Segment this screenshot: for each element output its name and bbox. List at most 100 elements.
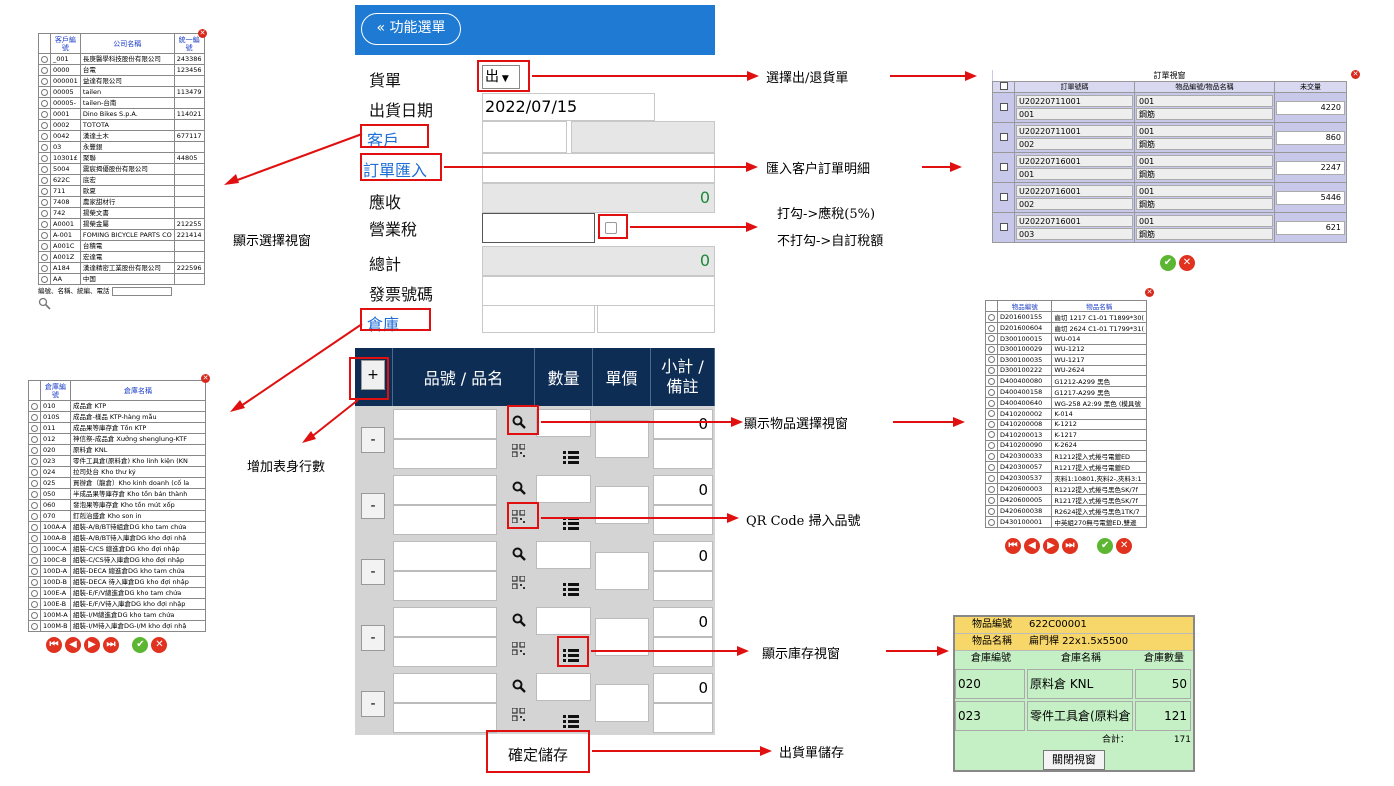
table-row[interactable]: 7408 農家甜材行 xyxy=(38,196,205,208)
radio-icon[interactable] xyxy=(41,143,48,151)
table-row[interactable]: 100M-A 組裝-I/M總進倉DG kho tam chứa xyxy=(28,609,206,621)
list-icon[interactable] xyxy=(563,581,579,596)
row-radio[interactable] xyxy=(28,455,41,467)
radio-icon[interactable] xyxy=(31,611,38,619)
row-radio[interactable] xyxy=(985,418,998,430)
prev-page-icon[interactable]: ◀ xyxy=(65,637,81,653)
table-row[interactable]: D420300537 夾料1:10801,夾料2-,夾料3:1 xyxy=(985,472,1147,484)
row-radio[interactable] xyxy=(985,516,998,528)
radio-icon[interactable] xyxy=(988,345,995,353)
radio-icon[interactable] xyxy=(31,468,38,476)
row-radio[interactable] xyxy=(38,218,51,230)
radio-icon[interactable] xyxy=(988,496,995,504)
row-radio[interactable] xyxy=(38,163,51,175)
date-input[interactable]: 2022/07/15 xyxy=(482,93,655,121)
table-row[interactable]: A184 漢達精密工業股份有限公司 222596 xyxy=(38,262,205,274)
table-row[interactable]: AA 中国 xyxy=(38,273,205,285)
radio-icon[interactable] xyxy=(31,556,38,564)
row-radio[interactable] xyxy=(38,273,51,285)
item-code-input[interactable] xyxy=(393,409,497,439)
row-radio[interactable] xyxy=(28,433,41,445)
table-row[interactable]: 010S 成品倉-樣品 KTP-hàng mẫu xyxy=(28,411,206,423)
qty-input[interactable] xyxy=(536,607,591,635)
table-row[interactable]: 020 原料倉 KNL xyxy=(28,444,206,456)
table-row[interactable]: 023 零件工具倉(原料倉) Kho linh kiện (KN xyxy=(28,455,206,467)
radio-icon[interactable] xyxy=(988,335,995,343)
table-row[interactable]: U20220716001 003 001 鋼筋 621 xyxy=(992,212,1347,243)
row-radio[interactable] xyxy=(28,477,41,489)
table-row[interactable]: A-001 FOMING BICYCLE PARTS CO 221414 xyxy=(38,229,205,241)
outstanding-qty[interactable]: 621 xyxy=(1276,220,1345,235)
row-checkbox-cell[interactable] xyxy=(992,152,1015,183)
qty-input[interactable] xyxy=(536,409,591,437)
table-row[interactable]: D300100029 WU-1212 xyxy=(985,343,1147,355)
outstanding-qty[interactable]: 860 xyxy=(1276,130,1345,145)
row-radio[interactable] xyxy=(28,422,41,434)
outstanding-qty[interactable]: 5446 xyxy=(1276,190,1345,205)
row-radio[interactable] xyxy=(28,532,41,544)
radio-icon[interactable] xyxy=(31,545,38,553)
table-row[interactable]: 0002 TOTOTA xyxy=(38,119,205,131)
table-row[interactable]: 060 發泡果等庫存倉 Kho tồn mút xốp xyxy=(28,499,206,511)
radio-icon[interactable] xyxy=(41,165,48,173)
row-radio[interactable] xyxy=(985,311,998,323)
item-code-input[interactable] xyxy=(393,673,497,703)
table-row[interactable]: D420600038 R2624提入式捲弓黑色1TK/7 xyxy=(985,505,1147,517)
radio-icon[interactable] xyxy=(31,512,38,520)
table-row[interactable]: U20220711001 002 001 鋼筋 860 xyxy=(992,122,1347,153)
radio-icon[interactable] xyxy=(988,485,995,493)
table-row[interactable]: D300100015 WU-014 xyxy=(985,333,1147,345)
table-row[interactable]: D410200002 K-014 xyxy=(985,408,1147,420)
table-row[interactable]: 742 揚榮文書 xyxy=(38,207,205,219)
close-icon[interactable]: ✕ xyxy=(201,374,210,383)
radio-icon[interactable] xyxy=(988,507,995,515)
item-name-input[interactable] xyxy=(393,571,497,601)
table-row[interactable]: 012 神信祭-成品倉 Xưởng shenglung-KTF xyxy=(28,433,206,445)
radio-icon[interactable] xyxy=(41,264,48,272)
table-row[interactable]: D420300057 R1217提入式捲弓電鍍ED xyxy=(985,461,1147,473)
row-checkbox[interactable] xyxy=(999,222,1008,231)
confirm-icon[interactable]: ✔ xyxy=(1097,538,1114,554)
row-radio[interactable] xyxy=(38,130,51,142)
table-row[interactable]: 000001 益達有限公司 xyxy=(38,75,205,87)
row-radio[interactable] xyxy=(38,174,51,186)
row-radio[interactable] xyxy=(28,609,41,621)
qty-input[interactable] xyxy=(536,673,591,701)
radio-icon[interactable] xyxy=(41,99,48,107)
close-icon[interactable]: ✕ xyxy=(198,29,207,38)
table-row[interactable]: 050 半成品果等庫存倉 Kho tồn bán thành xyxy=(28,488,206,500)
invoice-input[interactable] xyxy=(482,276,715,306)
row-checkbox-cell[interactable] xyxy=(992,92,1015,123)
row-radio[interactable] xyxy=(38,53,51,65)
table-row[interactable]: D300100035 WU-1217 xyxy=(985,354,1147,366)
table-row[interactable]: 100E-A 組裝-E/F/V總進倉DG kho tam chứa xyxy=(28,587,206,599)
row-radio[interactable] xyxy=(985,343,998,355)
row-radio[interactable] xyxy=(38,262,51,274)
row-radio[interactable] xyxy=(28,576,41,588)
radio-icon[interactable] xyxy=(41,253,48,261)
radio-icon[interactable] xyxy=(31,446,38,454)
item-code-input[interactable] xyxy=(393,541,497,571)
table-row[interactable]: 10301£ 聚聯 44805 xyxy=(38,152,205,164)
radio-icon[interactable] xyxy=(31,567,38,575)
radio-icon[interactable] xyxy=(31,578,38,586)
row-radio[interactable] xyxy=(38,196,51,208)
remove-row-button[interactable]: - xyxy=(361,559,385,585)
radio-icon[interactable] xyxy=(41,209,48,217)
row-checkbox-cell[interactable] xyxy=(992,212,1015,243)
item-name-input[interactable] xyxy=(393,703,497,733)
table-row[interactable]: 011 成品果等庫存倉 Tồn KTP xyxy=(28,422,206,434)
row-radio[interactable] xyxy=(985,375,998,387)
row-radio[interactable] xyxy=(28,444,41,456)
radio-icon[interactable] xyxy=(988,420,995,428)
row-radio[interactable] xyxy=(28,565,41,577)
radio-icon[interactable] xyxy=(31,523,38,531)
radio-icon[interactable] xyxy=(41,187,48,195)
table-row[interactable]: 711 歐夏 xyxy=(38,185,205,197)
table-row[interactable]: A001Z 宏達電 xyxy=(38,251,205,263)
table-row[interactable]: D201600604 齒切 2624 C1-01 T1799*31( xyxy=(985,322,1147,334)
row-checkbox-cell[interactable] xyxy=(992,122,1015,153)
qty-input[interactable] xyxy=(536,541,591,569)
qr-code-icon[interactable] xyxy=(511,640,526,656)
first-page-icon[interactable]: ⏮ xyxy=(46,637,62,653)
